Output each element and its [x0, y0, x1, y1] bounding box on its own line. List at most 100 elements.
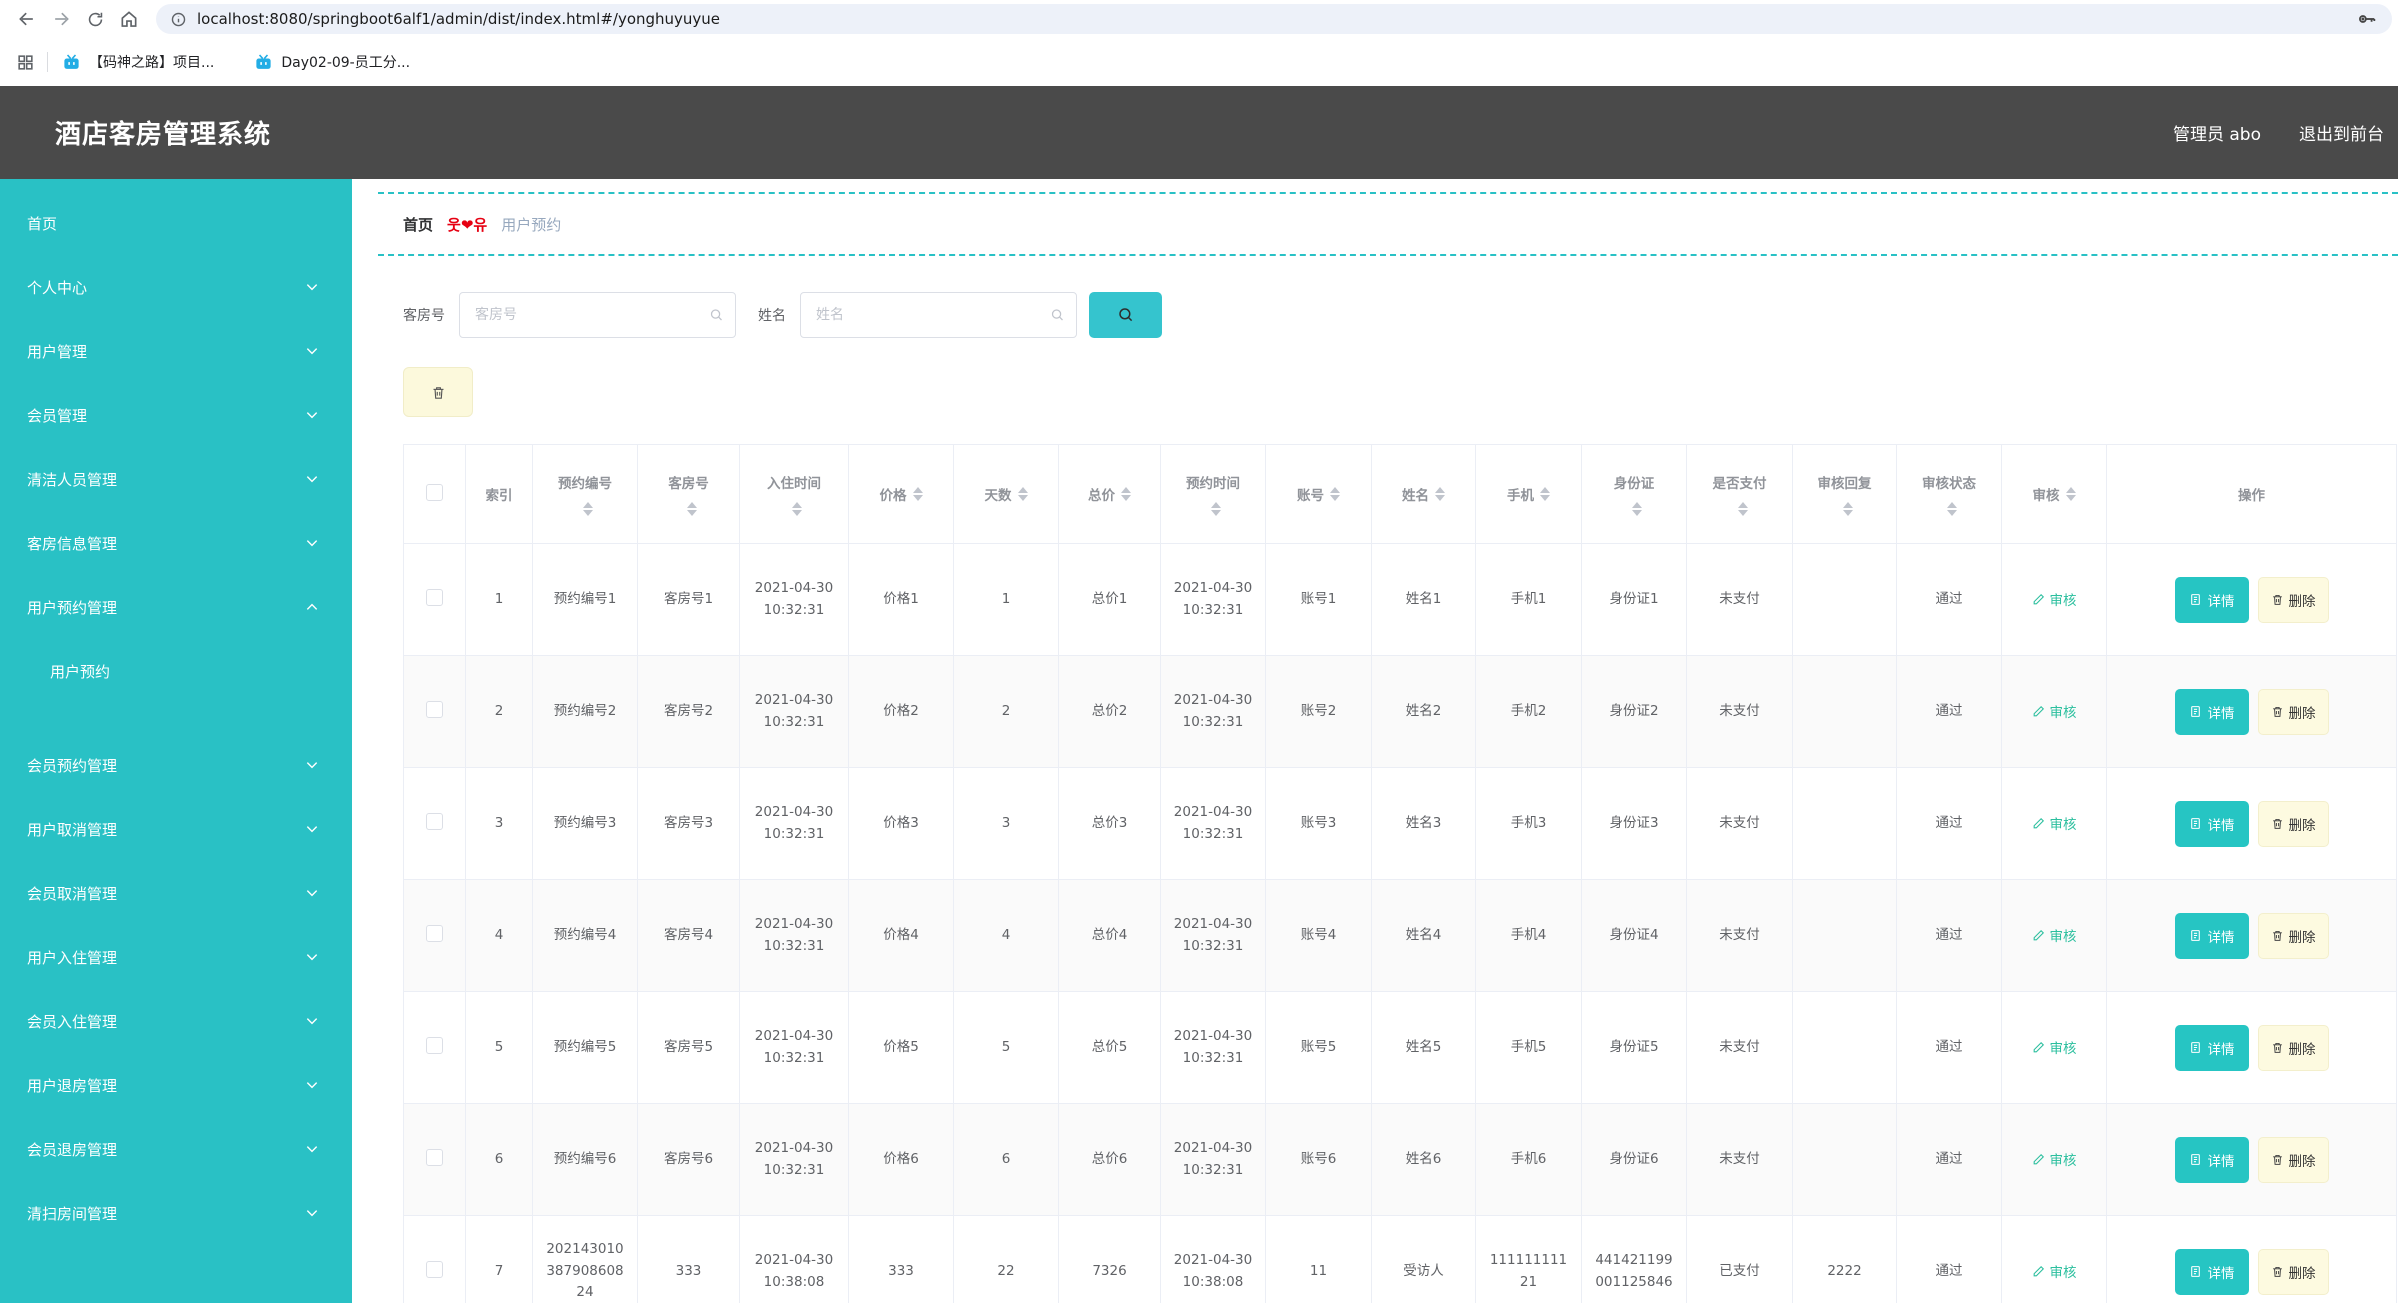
doc-icon [2189, 817, 2202, 830]
cell-shouji: 11111111121 [1475, 1215, 1582, 1303]
trash-icon [431, 385, 446, 400]
address-bar[interactable]: localhost:8080/springboot6alf1/admin/dis… [156, 4, 2392, 34]
sidebar-item[interactable]: 清洁人员管理 [0, 447, 352, 511]
sidebar-item[interactable]: 个人中心 [0, 255, 352, 319]
delete-button[interactable]: 删除 [2257, 576, 2329, 623]
audit-link[interactable]: 审核 [2032, 1261, 2077, 1281]
info-icon[interactable] [170, 11, 187, 28]
sort-caret-icon[interactable] [912, 487, 923, 501]
detail-button[interactable]: 详情 [2174, 800, 2249, 847]
sort-caret-icon[interactable] [583, 502, 593, 516]
detail-button[interactable]: 详情 [2174, 688, 2249, 735]
audit-link[interactable]: 审核 [2032, 701, 2077, 721]
back-icon[interactable] [10, 2, 44, 36]
column-header-zhanghao: 账号 [1265, 444, 1372, 544]
sidebar-item[interactable]: 客房信息管理 [0, 511, 352, 575]
sidebar-item[interactable]: 用户预约管理 [0, 575, 352, 639]
logout-link[interactable]: 退出到前台 [2299, 120, 2384, 145]
sidebar-item[interactable]: 用户入住管理 [0, 925, 352, 989]
breadcrumb-home[interactable]: 首页 [403, 214, 433, 235]
sort-caret-icon[interactable] [1540, 487, 1550, 501]
cell-tianshu: 3 [953, 767, 1059, 880]
sort-caret-icon[interactable] [1435, 487, 1445, 501]
sidebar-item[interactable]: 首页 [0, 191, 352, 255]
detail-button-label: 详情 [2207, 1041, 2235, 1058]
detail-button[interactable]: 详情 [2174, 1248, 2249, 1295]
column-header-shenhehuifu: 审核回复 [1792, 444, 1897, 544]
column-header-shouji: 手机 [1475, 444, 1582, 544]
sidebar-item[interactable]: 清扫房间管理 [0, 1181, 352, 1245]
audit-link[interactable]: 审核 [2032, 813, 2077, 833]
sidebar-subitem[interactable]: 用户预约 [0, 639, 352, 703]
cell-yuyueshijian: 2021-04-30 10:32:31 [1160, 991, 1266, 1104]
forward-icon[interactable] [44, 2, 78, 36]
row-checkbox[interactable] [426, 589, 443, 606]
row-checkbox[interactable] [426, 1037, 443, 1054]
sidebar-item[interactable]: 用户退房管理 [0, 1053, 352, 1117]
apps-grid-icon[interactable] [16, 53, 35, 72]
audit-link-label: 审核 [2049, 593, 2077, 610]
bookmark-item[interactable]: Day02-09-员工分... [254, 52, 410, 72]
sidebar-item[interactable]: 会员预约管理 [0, 733, 352, 797]
row-checkbox[interactable] [426, 813, 443, 830]
delete-button[interactable]: 删除 [2257, 1248, 2329, 1295]
chevron-down-icon [305, 822, 319, 836]
sort-caret-icon[interactable] [1737, 502, 1748, 516]
detail-button[interactable]: 详情 [2174, 1136, 2249, 1183]
delete-button[interactable]: 删除 [2257, 1024, 2329, 1071]
sort-caret-icon[interactable] [1121, 487, 1131, 501]
detail-button[interactable]: 详情 [2174, 576, 2249, 623]
cell-yuyuebianhao: 预约编号5 [532, 991, 638, 1104]
sort-caret-icon[interactable] [1632, 502, 1642, 516]
reload-icon[interactable] [78, 2, 112, 36]
batch-delete-button[interactable] [403, 367, 473, 417]
search-button[interactable] [1089, 292, 1162, 338]
cell-shenhe: 审核 [2001, 991, 2107, 1104]
select-all-checkbox[interactable] [426, 483, 443, 501]
row-checkbox[interactable] [426, 701, 443, 718]
sort-caret-icon[interactable] [1017, 487, 1028, 501]
delete-button[interactable]: 删除 [2257, 688, 2329, 735]
row-checkbox[interactable] [426, 1149, 443, 1166]
row-checkbox[interactable] [426, 1261, 443, 1278]
delete-button[interactable]: 删除 [2257, 800, 2329, 847]
sidebar-item-label: 客房信息管理 [27, 534, 118, 553]
sort-caret-icon[interactable] [1211, 502, 1221, 516]
name-input[interactable] [800, 292, 1077, 338]
audit-link[interactable]: 审核 [2032, 925, 2077, 945]
home-icon[interactable] [112, 2, 146, 36]
sort-caret-icon[interactable] [1842, 502, 1853, 516]
key-icon[interactable] [2356, 8, 2378, 30]
audit-link[interactable]: 审核 [2032, 1149, 2077, 1169]
sidebar-item[interactable]: 会员管理 [0, 383, 352, 447]
detail-button-label: 详情 [2207, 705, 2235, 722]
cell-caozuo: 详情 删除 [2106, 991, 2397, 1104]
browser-toolbar: localhost:8080/springboot6alf1/admin/dis… [0, 0, 2398, 38]
delete-button[interactable]: 删除 [2257, 912, 2329, 959]
chevron-down-icon [305, 1142, 319, 1156]
cell-caozuo: 详情 删除 [2106, 655, 2397, 768]
detail-button[interactable]: 详情 [2174, 912, 2249, 959]
sidebar-item[interactable]: 会员取消管理 [0, 861, 352, 925]
sort-caret-icon[interactable] [686, 502, 697, 516]
room-number-input[interactable] [459, 292, 736, 338]
bookmark-item[interactable]: 【码神之路】项目... [62, 52, 214, 72]
delete-button[interactable]: 删除 [2257, 1136, 2329, 1183]
audit-link[interactable]: 审核 [2032, 589, 2077, 609]
row-checkbox[interactable] [426, 925, 443, 942]
sidebar-item[interactable]: 用户管理 [0, 319, 352, 383]
cell-shifouzhifu: 未支付 [1686, 991, 1793, 1104]
sort-caret-icon[interactable] [2065, 487, 2076, 501]
sidebar-item[interactable]: 用户取消管理 [0, 797, 352, 861]
cell-index: 4 [465, 879, 533, 992]
audit-link[interactable]: 审核 [2032, 1037, 2077, 1057]
sidebar-item[interactable]: 会员退房管理 [0, 1117, 352, 1181]
sidebar-item[interactable]: 会员入住管理 [0, 989, 352, 1053]
detail-button[interactable]: 详情 [2174, 1024, 2249, 1071]
cell-tianshu: 6 [953, 1103, 1059, 1216]
sort-caret-icon[interactable] [1330, 487, 1340, 501]
sort-caret-icon[interactable] [792, 502, 802, 516]
sort-caret-icon[interactable] [1947, 502, 1957, 516]
chevron-down-icon [305, 886, 319, 900]
breadcrumb-separator: 웃❤유 [447, 215, 488, 234]
